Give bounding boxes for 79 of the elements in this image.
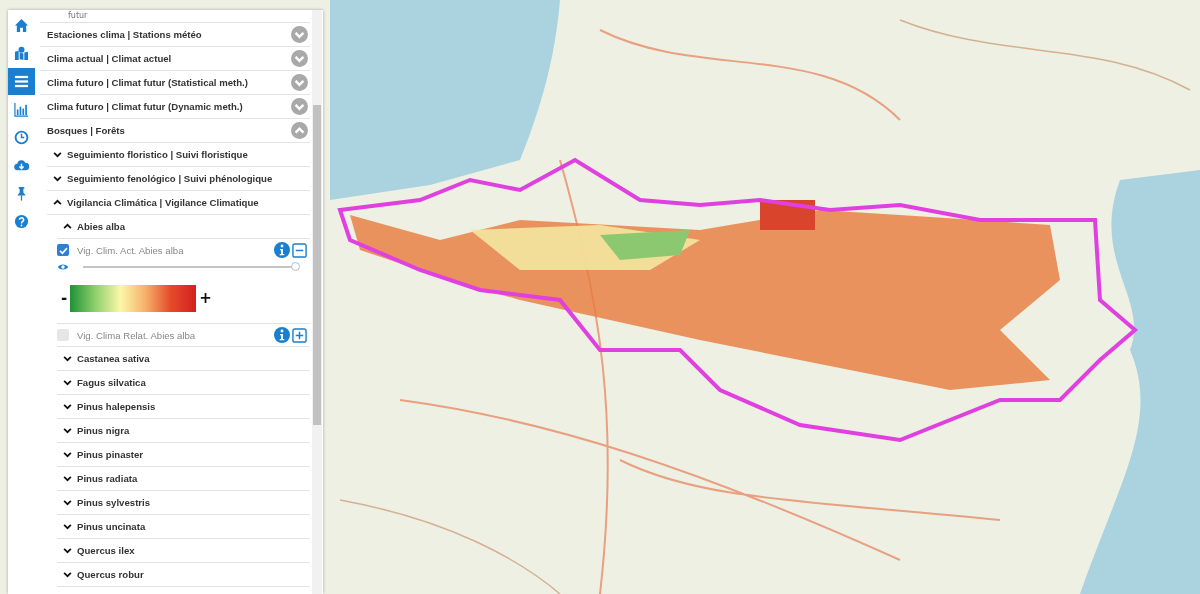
expand-icon[interactable] bbox=[291, 74, 308, 91]
group-label: Vigilancia Climática | Vigilance Climatique bbox=[67, 197, 260, 208]
collapse-icon[interactable] bbox=[291, 122, 308, 139]
layer-subgroup[interactable]: Vigilancia Climática | Vigilance Climatique bbox=[47, 191, 310, 215]
group-label: Castanea sativa bbox=[77, 353, 151, 364]
info-icon[interactable] bbox=[274, 242, 290, 258]
chevron-down-icon[interactable] bbox=[63, 378, 72, 387]
checkbox[interactable] bbox=[57, 244, 69, 256]
chevron-down-icon[interactable] bbox=[53, 150, 62, 159]
legend-max-label: + bbox=[199, 289, 212, 307]
cloud-download-icon[interactable] bbox=[14, 158, 29, 173]
bar-chart-icon[interactable] bbox=[14, 102, 29, 117]
layer-group[interactable]: Estaciones clima | Stations météo bbox=[40, 23, 310, 47]
layer-subgroup[interactable]: Quercus ilex bbox=[57, 539, 310, 563]
home-icon[interactable] bbox=[14, 18, 29, 33]
group-label: Seguimiento floristico | Suivi floristique bbox=[67, 149, 249, 160]
expand-icon[interactable] bbox=[291, 50, 308, 67]
group-label: Seguimiento fenológico | Suivi phénologique bbox=[67, 173, 274, 184]
checkbox[interactable] bbox=[57, 329, 69, 341]
chevron-down-icon[interactable] bbox=[63, 450, 72, 459]
group-label: Fagus silvatica bbox=[77, 377, 147, 388]
chevron-down-icon[interactable] bbox=[63, 402, 72, 411]
chevron-down-icon[interactable] bbox=[63, 546, 72, 555]
group-label: Pinus halepensis bbox=[77, 401, 157, 412]
layer-subgroup[interactable]: Pinus radiata bbox=[57, 467, 310, 491]
group-label: Abies alba bbox=[77, 221, 126, 232]
group-label: Clima futuro | Climat futur (Statistical meth.) bbox=[47, 77, 249, 88]
legend-min-label: - bbox=[61, 289, 68, 307]
group-label: Bosques | Forêts bbox=[47, 125, 126, 136]
group-label: Pinus sylvestris bbox=[77, 497, 152, 508]
info-icon[interactable] bbox=[274, 327, 290, 343]
chevron-up-icon[interactable] bbox=[53, 198, 62, 207]
layer-group[interactable]: Bosques | Forêts bbox=[40, 119, 310, 143]
scrollbar-thumb[interactable] bbox=[313, 105, 321, 425]
clock-icon[interactable] bbox=[14, 130, 29, 145]
expand-legend-icon[interactable] bbox=[292, 327, 307, 343]
expand-icon[interactable] bbox=[291, 26, 308, 43]
chevron-up-icon[interactable] bbox=[63, 222, 72, 231]
group-label: Pinus nigra bbox=[77, 425, 131, 436]
menu-icon[interactable] bbox=[14, 74, 29, 89]
chevron-down-icon[interactable] bbox=[63, 570, 72, 579]
layer-subgroup[interactable]: Pinus sylvestris bbox=[57, 491, 310, 515]
group-label: Clima futuro | Climat futur (Dynamic meth.) bbox=[47, 101, 244, 112]
layer-subgroup[interactable]: Seguimiento floristico | Suivi floristique bbox=[47, 143, 310, 167]
layer-group[interactable]: Clima futuro | Climat futur (Dynamic meth.) bbox=[40, 95, 310, 119]
group-label: Pinus uncinata bbox=[77, 521, 147, 532]
group-label: Quercus ilex bbox=[77, 545, 136, 556]
chevron-down-icon[interactable] bbox=[63, 522, 72, 531]
chevron-down-icon[interactable] bbox=[63, 474, 72, 483]
chevron-down-icon[interactable] bbox=[63, 426, 72, 435]
layer-subgroup[interactable]: Seguimiento fenológico | Suivi phénologique bbox=[47, 167, 310, 191]
scrollbar[interactable] bbox=[312, 10, 322, 594]
slider-thumb[interactable] bbox=[291, 262, 300, 271]
group-label: Quercus robur bbox=[77, 569, 145, 580]
layer-group[interactable]: Clima futuro | Climat futur (Statistical meth.) bbox=[40, 71, 310, 95]
layer-subgroup[interactable]: Abies alba bbox=[57, 215, 310, 239]
layer-subgroup[interactable]: Castanea sativa bbox=[57, 347, 310, 371]
section-heading: futur bbox=[40, 10, 310, 23]
map-pin-icon[interactable] bbox=[14, 46, 29, 61]
chevron-down-icon[interactable] bbox=[63, 354, 72, 363]
group-label: Pinus pinaster bbox=[77, 449, 145, 460]
group-label: Estaciones clima | Stations météo bbox=[47, 29, 203, 40]
layer-subgroup[interactable]: Pinus pinaster bbox=[57, 443, 310, 467]
chevron-down-icon[interactable] bbox=[53, 174, 62, 183]
layer-group[interactable]: Clima actual | Climat actuel bbox=[40, 47, 310, 71]
layer-subgroup[interactable]: Pinus uncinata bbox=[57, 515, 310, 539]
layer-subgroup[interactable]: Pinus halepensis bbox=[57, 395, 310, 419]
sidebar-button[interactable] bbox=[8, 68, 35, 95]
layer-label: Vig. Clima Relat. Abies alba bbox=[77, 329, 197, 341]
expand-icon[interactable] bbox=[291, 98, 308, 115]
group-label: Clima actual | Climat actuel bbox=[47, 53, 173, 64]
collapse-legend-icon[interactable] bbox=[292, 242, 307, 258]
layer-label: Vig. Clim. Act. Abies alba bbox=[77, 244, 185, 256]
layer-subgroup[interactable]: Pinus nigra bbox=[57, 419, 310, 443]
group-label: Pinus radiata bbox=[77, 473, 139, 484]
layer-subgroup[interactable]: Fagus silvatica bbox=[57, 371, 310, 395]
help-icon[interactable] bbox=[14, 214, 29, 229]
layer-subgroup[interactable]: Quercus robur bbox=[57, 563, 310, 587]
chevron-down-icon[interactable] bbox=[63, 498, 72, 507]
